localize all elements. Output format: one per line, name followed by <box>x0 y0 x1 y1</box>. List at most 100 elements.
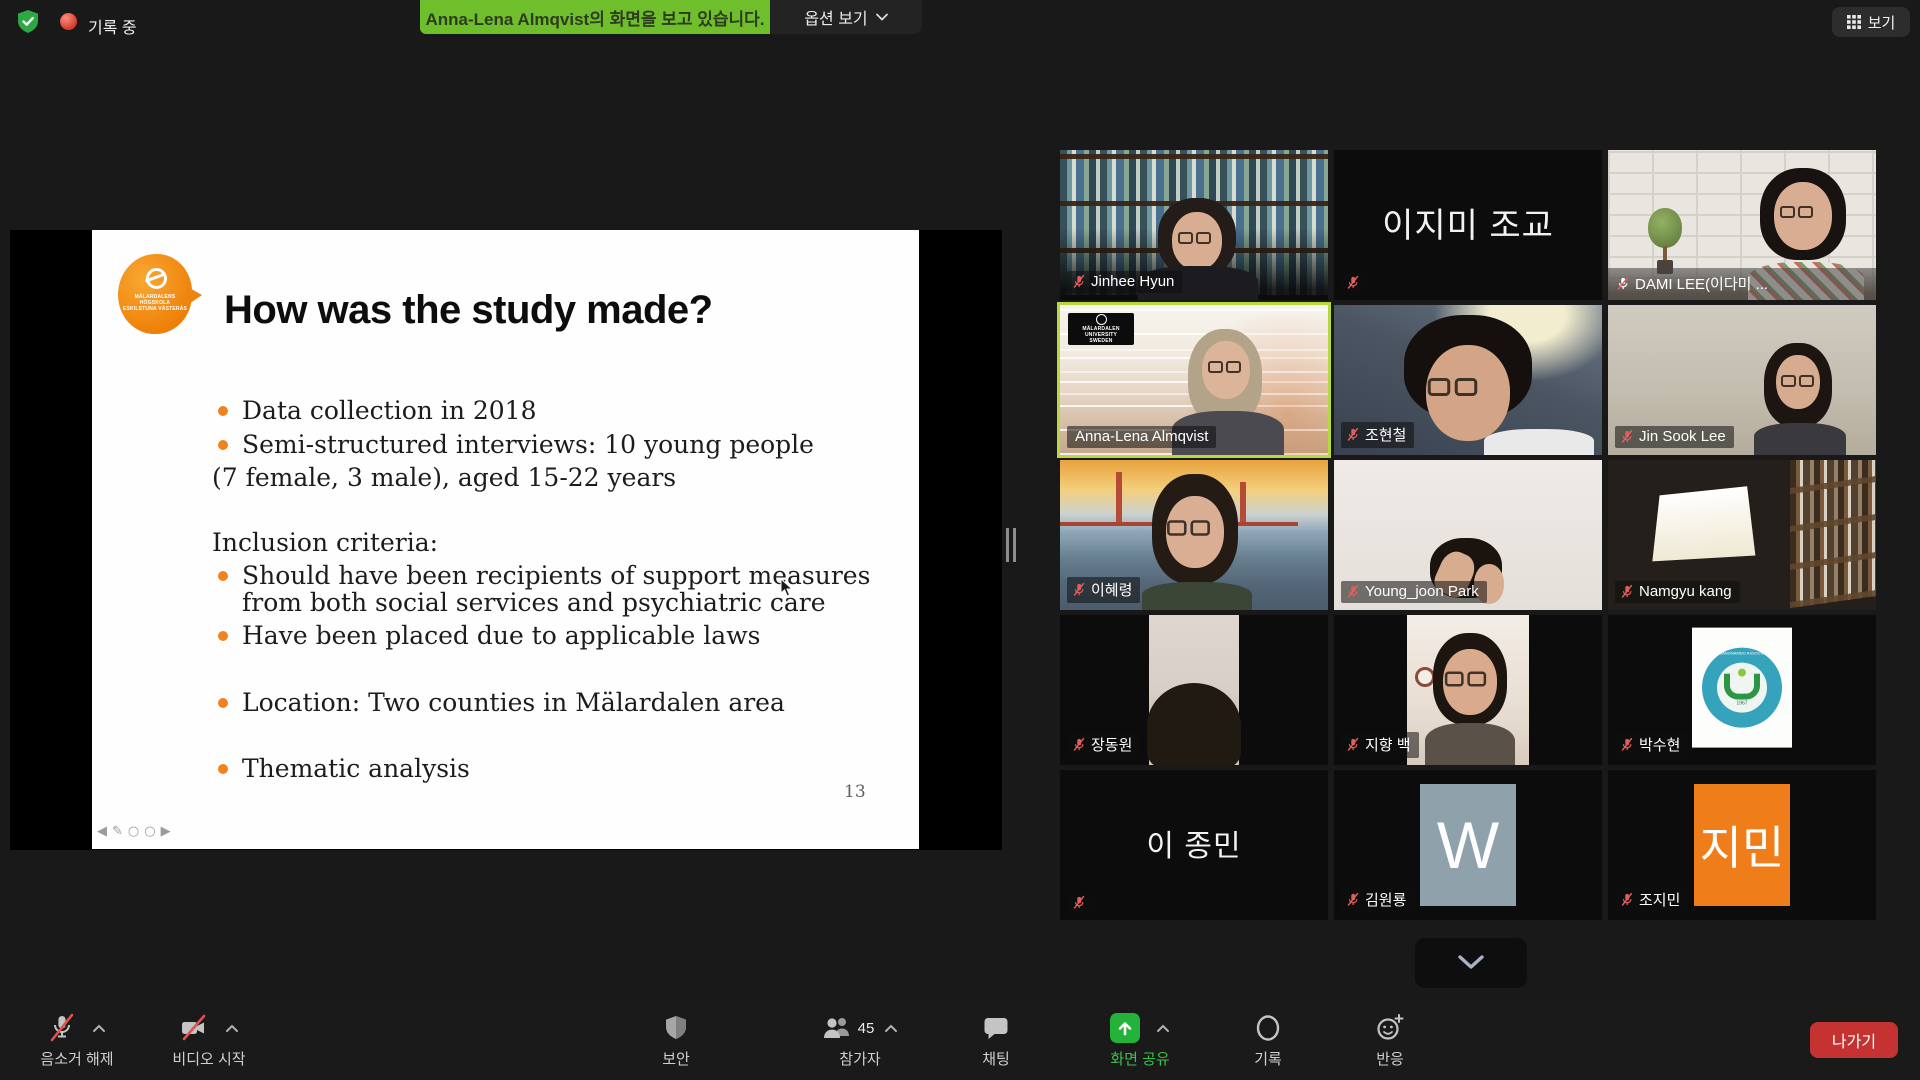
participant-name-label: Anna-Lena Almqvist <box>1067 426 1216 448</box>
slide-bullet-line: Semi-structured interviews: 10 young peo… <box>218 430 814 460</box>
participant-tile-lee-jongmin[interactable]: 이 종민 <box>1060 770 1328 920</box>
mic-muted-toolbar-icon <box>48 1013 76 1043</box>
participants-icon <box>822 1014 854 1042</box>
view-button-label: 보기 <box>1868 12 1896 33</box>
record-icon <box>1254 1013 1282 1043</box>
grid-view-icon <box>1847 15 1861 29</box>
slide-text-line: Inclusion criteria: <box>212 528 438 558</box>
participants-caret-icon[interactable] <box>884 1024 898 1033</box>
record-label: 기록 <box>1254 1048 1282 1069</box>
participant-tile-anna-lena-almqvist[interactable]: MÄLARDALEN UNIVERSITYSWEDEN Anna-Lena Al… <box>1060 305 1328 455</box>
participant-tile-park-suhyun[interactable]: GYEONGSANGNAMDO ASSOCIATION OF SOCIAL WO… <box>1608 615 1876 765</box>
presentation-slide: MÄLARDALENS HÖGSKOLAESKILSTUNA VÄSTERÅS … <box>92 230 919 849</box>
security-shield-icon <box>663 1014 689 1042</box>
mic-muted-icon <box>1620 584 1634 599</box>
participant-tile-jang-dongwon[interactable]: 장동원 <box>1060 615 1328 765</box>
slide-tool-icon[interactable]: ○ <box>144 824 155 839</box>
mic-muted-icon <box>1346 584 1360 599</box>
slide-bullet-line: Data collection in 2018 <box>218 396 537 426</box>
participant-tile-dami-lee[interactable]: DAMI LEE(이다미 ... <box>1608 150 1876 300</box>
participant-tile-jin-sook-lee[interactable]: Jin Sook Lee <box>1608 305 1876 455</box>
reactions-button[interactable]: 반응 <box>1344 1011 1436 1069</box>
view-options-label: 옵션 보기 <box>804 5 867 29</box>
share-screen-button[interactable]: 화면 공유 <box>1075 1011 1205 1069</box>
participant-name-label: Jinhee Hyun <box>1067 271 1182 293</box>
screen-share-banner: Anna-Lena Almqvist의 화면을 보고 있습니다. <box>420 0 770 34</box>
chevron-down-icon <box>1456 954 1486 972</box>
mic-muted-icon <box>1346 737 1360 752</box>
participant-name-label: 이혜령 <box>1067 577 1140 603</box>
chat-label: 채팅 <box>982 1048 1010 1069</box>
encryption-shield-icon[interactable] <box>16 9 40 35</box>
participant-tile-young-joon-park[interactable]: Young_joon Park <box>1334 460 1602 610</box>
prev-slide-icon[interactable]: ◀ <box>97 824 107 839</box>
slide-text-line: (7 female, 3 male), aged 15-22 years <box>212 463 676 493</box>
camera-off-toolbar-icon <box>179 1013 209 1043</box>
mic-muted-icon <box>1620 737 1634 752</box>
participant-name-label: Jin Sook Lee <box>1615 426 1734 448</box>
mic-muted-icon <box>1072 274 1086 289</box>
association-emblem: GYEONGSANGNAMDO ASSOCIATION OF SOCIAL WO… <box>1692 628 1792 748</box>
participant-tile-lee-hyeryeong[interactable]: 이혜령 <box>1060 460 1328 610</box>
slide-nav-toolbar: ◀ ✎ ○ ○ ▶ <box>97 824 171 839</box>
participants-count: 45 <box>858 1020 875 1037</box>
mic-muted-icon <box>1620 892 1634 907</box>
meeting-toolbar: 음소거 해제 비디오 시작 보안 <box>0 1005 1920 1080</box>
mic-muted-icon <box>1072 895 1086 910</box>
share-screen-label: 화면 공유 <box>1110 1048 1169 1069</box>
participants-button[interactable]: 45 참가자 <box>790 1011 930 1069</box>
mic-muted-icon <box>1346 427 1360 442</box>
mic-muted-icon <box>1346 275 1360 290</box>
participant-mute-badge <box>1341 273 1368 293</box>
participants-label: 참가자 <box>839 1048 880 1069</box>
recording-status: 기록 중 <box>88 14 137 38</box>
mic-muted-icon <box>1072 737 1086 752</box>
security-button[interactable]: 보안 <box>628 1011 724 1069</box>
video-options-caret-icon[interactable] <box>225 1024 239 1033</box>
next-slide-icon[interactable]: ▶ <box>161 824 171 839</box>
participant-mute-badge <box>1067 893 1094 913</box>
mic-muted-icon <box>1616 276 1630 291</box>
participant-tile-jihyang-baek[interactable]: 지향 백 <box>1334 615 1602 765</box>
record-button[interactable]: 기록 <box>1222 1011 1314 1069</box>
share-options-caret-icon[interactable] <box>1156 1024 1170 1033</box>
university-logo: MÄLARDALENS HÖGSKOLAESKILSTUNA VÄSTERÅS <box>118 254 210 338</box>
unmute-button[interactable]: 음소거 해제 <box>18 1011 136 1069</box>
shared-screen-area: MÄLARDALENS HÖGSKOLAESKILSTUNA VÄSTERÅS … <box>10 230 1002 850</box>
participant-name-label: 조현철 <box>1341 422 1414 448</box>
participant-name-label: Young_joon Park <box>1341 581 1487 603</box>
avatar-initial: 지민 <box>1700 812 1785 878</box>
participant-tile-jinhee-hyun[interactable]: Jinhee Hyun <box>1060 150 1328 300</box>
avatar-initial: W <box>1437 807 1499 883</box>
participant-tile-jo-hyuncheol[interactable]: 조현철 <box>1334 305 1602 455</box>
participant-name-label: Namgyu kang <box>1615 581 1740 603</box>
participant-center-name: 이 종민 <box>1060 821 1328 865</box>
security-label: 보안 <box>662 1048 690 1069</box>
participant-tile-namgyu-kang[interactable]: Namgyu kang <box>1608 460 1876 610</box>
chat-bubble-icon <box>982 1014 1010 1042</box>
start-video-button[interactable]: 비디오 시작 <box>146 1011 272 1069</box>
slide-title: How was the study made? <box>224 288 713 333</box>
participant-tile-lee-jimi[interactable]: 이지미 조교 <box>1334 150 1602 300</box>
slide-bullet-line: Location: Two counties in Mälardalen are… <box>218 688 785 718</box>
start-video-label: 비디오 시작 <box>172 1048 245 1069</box>
slide-tool-icon[interactable]: ○ <box>128 824 139 839</box>
pen-tool-icon[interactable]: ✎ <box>112 824 123 839</box>
chat-button[interactable]: 채팅 <box>948 1011 1044 1069</box>
reactions-icon <box>1375 1013 1405 1043</box>
participant-tile-kim-wonryong[interactable]: W 김원룡 <box>1334 770 1602 920</box>
top-bar: 기록 중 Anna-Lena Almqvist의 화면을 보고 있습니다. 옵션… <box>0 0 1920 44</box>
panel-resize-handle[interactable] <box>1006 528 1018 562</box>
view-options-button[interactable]: 옵션 보기 <box>770 0 922 34</box>
participant-tile-jo-jimin[interactable]: 지민 조지민 <box>1608 770 1876 920</box>
share-screen-icon <box>1110 1013 1140 1043</box>
participant-name-label: 지향 백 <box>1341 732 1419 758</box>
collapse-gallery-button[interactable] <box>1415 938 1527 988</box>
slide-bullet-line: Have been placed due to applicable laws <box>218 621 760 651</box>
slide-bullet-line: Should have been recipients of support m… <box>218 561 870 591</box>
recording-dot-icon <box>60 13 77 30</box>
participant-name-label: DAMI LEE(이다미 ... <box>1608 268 1876 300</box>
gallery-view-button[interactable]: 보기 <box>1832 7 1910 37</box>
leave-meeting-button[interactable]: 나가기 <box>1810 1022 1898 1058</box>
audio-options-caret-icon[interactable] <box>92 1024 106 1033</box>
